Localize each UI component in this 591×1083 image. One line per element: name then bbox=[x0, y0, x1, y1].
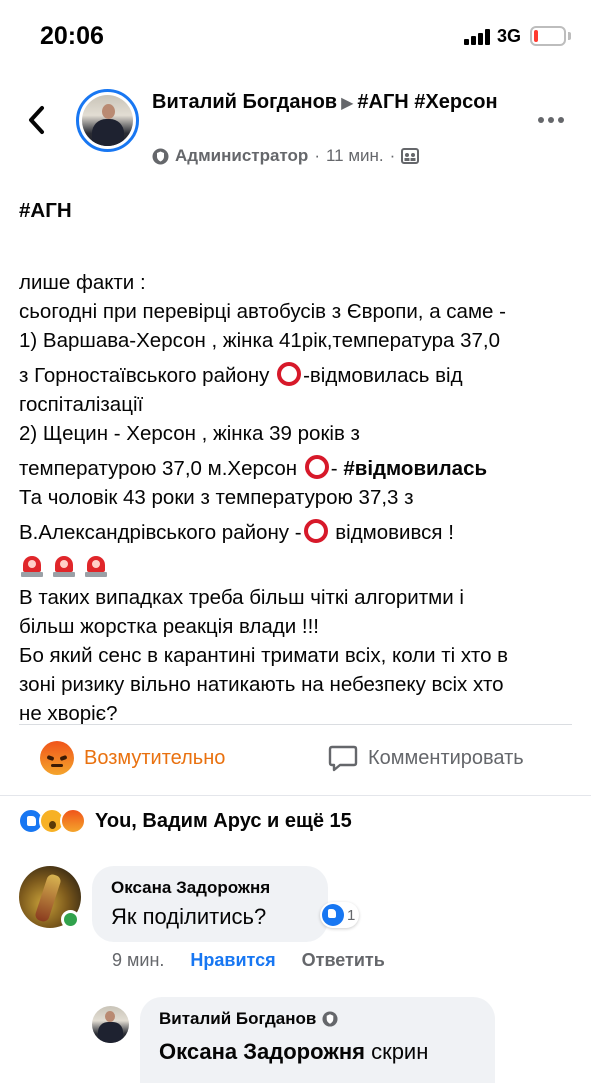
post-text: В.Александрівського району - bbox=[19, 521, 302, 544]
red-circle-emoji bbox=[303, 519, 328, 543]
post-hashtag[interactable]: #АГН bbox=[19, 196, 579, 225]
battery-tip bbox=[568, 32, 571, 40]
post-line: лише факти : bbox=[19, 271, 146, 294]
comment-time[interactable]: 9 мин. bbox=[112, 950, 164, 971]
reply-author-avatar[interactable] bbox=[92, 1006, 129, 1043]
siren-row bbox=[19, 553, 579, 583]
comment-label: Комментировать bbox=[368, 746, 524, 769]
admin-badge-icon bbox=[152, 148, 169, 164]
reply-body: скрин bbox=[364, 1039, 429, 1064]
angry-reaction-icon bbox=[60, 808, 86, 834]
post-meta: Администратор · 11 мин. · bbox=[152, 146, 420, 166]
reactions-text: You, Вадим Арус и ещё 15 bbox=[95, 809, 352, 832]
chevron-left-icon bbox=[29, 106, 44, 134]
post-text: з Горностаївського району bbox=[19, 364, 276, 387]
post-line: сьогодні при перевірці автобусів з Європ… bbox=[19, 300, 506, 323]
post-line: Та чоловік 43 роки з температурою 37,3 з bbox=[19, 486, 414, 509]
network-type: 3G bbox=[497, 26, 522, 46]
post-line: більш жорстка реакція влади !!! bbox=[19, 615, 319, 638]
comment-icon bbox=[328, 745, 358, 772]
post-line: 1) Варшава-Херсон , жінка 41рік,температ… bbox=[19, 329, 500, 352]
like-reaction-icon bbox=[322, 904, 344, 926]
divider bbox=[19, 724, 572, 725]
post-line: з Горностаївського району -відмовилась в… bbox=[19, 361, 579, 390]
post-text: - bbox=[330, 457, 344, 480]
comment-text: Як поділитись? bbox=[111, 904, 267, 929]
post-line: госпіталізації bbox=[19, 393, 144, 416]
arrow-right-icon: ▶ bbox=[341, 95, 354, 112]
comment-like-count: 1 bbox=[347, 906, 356, 924]
section-separator bbox=[0, 795, 591, 796]
reply-mention[interactable]: Оксана Задорожня bbox=[159, 1039, 365, 1064]
siren-icon bbox=[51, 553, 77, 579]
reply-author-row: Виталий Богданов bbox=[159, 1009, 338, 1029]
post-line: Бо який сенс в карантині тримати всіх, к… bbox=[19, 644, 509, 667]
red-circle-emoji bbox=[277, 362, 302, 386]
reply-bubble[interactable]: Виталий Богданов Оксана Задорожня скрин bbox=[140, 997, 495, 1083]
comment-bubble[interactable]: Оксана Задорожня Як поділитись? bbox=[92, 866, 328, 942]
more-dot bbox=[538, 117, 544, 123]
more-options-button[interactable] bbox=[538, 112, 570, 128]
comment-reply-button[interactable]: Ответить bbox=[302, 950, 385, 971]
admin-badge-icon bbox=[322, 1011, 338, 1027]
more-dot bbox=[558, 117, 564, 123]
author-role: Администратор bbox=[175, 146, 309, 165]
comment-like-button[interactable]: Нравится bbox=[190, 950, 275, 971]
post-time[interactable]: 11 мин. bbox=[326, 146, 384, 166]
online-status-dot bbox=[61, 910, 80, 929]
post-author-line: Виталий Богданов ▶ #АГН #Херсон bbox=[152, 89, 522, 117]
reaction-label: Возмутительно bbox=[84, 746, 226, 769]
post-line: зоні ризику вільно натикають на небезпек… bbox=[19, 673, 504, 696]
status-bar: 20:06 3G bbox=[0, 0, 591, 70]
reactions-summary[interactable]: You, Вадим Арус и ещё 15 bbox=[18, 806, 352, 836]
post-text: відмовився ! bbox=[329, 521, 454, 544]
comment-author[interactable]: Оксана Задорожня bbox=[111, 878, 270, 898]
reply-author[interactable]: Виталий Богданов bbox=[159, 1009, 316, 1029]
siren-icon bbox=[19, 553, 45, 579]
post-hashtag-inline[interactable]: #відмовилась bbox=[343, 457, 487, 480]
back-button[interactable] bbox=[22, 102, 52, 138]
post-line: 2) Щецин - Херсон , жінка 39 років з bbox=[19, 422, 360, 445]
author-name[interactable]: Виталий Богданов bbox=[152, 91, 337, 113]
red-circle-emoji bbox=[304, 455, 329, 479]
reaction-button[interactable]: Возмутительно bbox=[40, 738, 225, 778]
battery-icon bbox=[530, 26, 566, 46]
post-line: температурою 37,0 м.Херсон - #відмовилас… bbox=[19, 454, 579, 483]
post-line: В таких випадках треба більш чіткі алгор… bbox=[19, 586, 464, 609]
group-privacy-icon bbox=[401, 148, 420, 164]
reply-text: Оксана Задорожня скрин bbox=[159, 1039, 428, 1065]
comment-reaction-count[interactable]: 1 bbox=[320, 902, 360, 928]
comment-actions: 9 мин. Нравится Ответить bbox=[112, 950, 385, 971]
meta-dot: · bbox=[389, 146, 396, 165]
group-name[interactable]: #АГН #Херсон bbox=[357, 91, 497, 113]
meta-dot: · bbox=[314, 146, 320, 165]
post-text: -відмовилась від bbox=[303, 364, 463, 387]
siren-icon bbox=[83, 553, 109, 579]
status-time: 20:06 bbox=[40, 22, 104, 50]
post-body: #АГН лише факти : сьогодні при перевірці… bbox=[19, 196, 579, 728]
more-dot bbox=[548, 117, 554, 123]
comment-button[interactable]: Комментировать bbox=[328, 738, 524, 778]
author-avatar[interactable] bbox=[76, 89, 139, 152]
signal-icon bbox=[464, 29, 492, 45]
angry-emoji-icon bbox=[40, 741, 74, 775]
post-text: температурою 37,0 м.Херсон bbox=[19, 457, 303, 480]
post-line: В.Александрівського району - відмовився … bbox=[19, 518, 579, 547]
